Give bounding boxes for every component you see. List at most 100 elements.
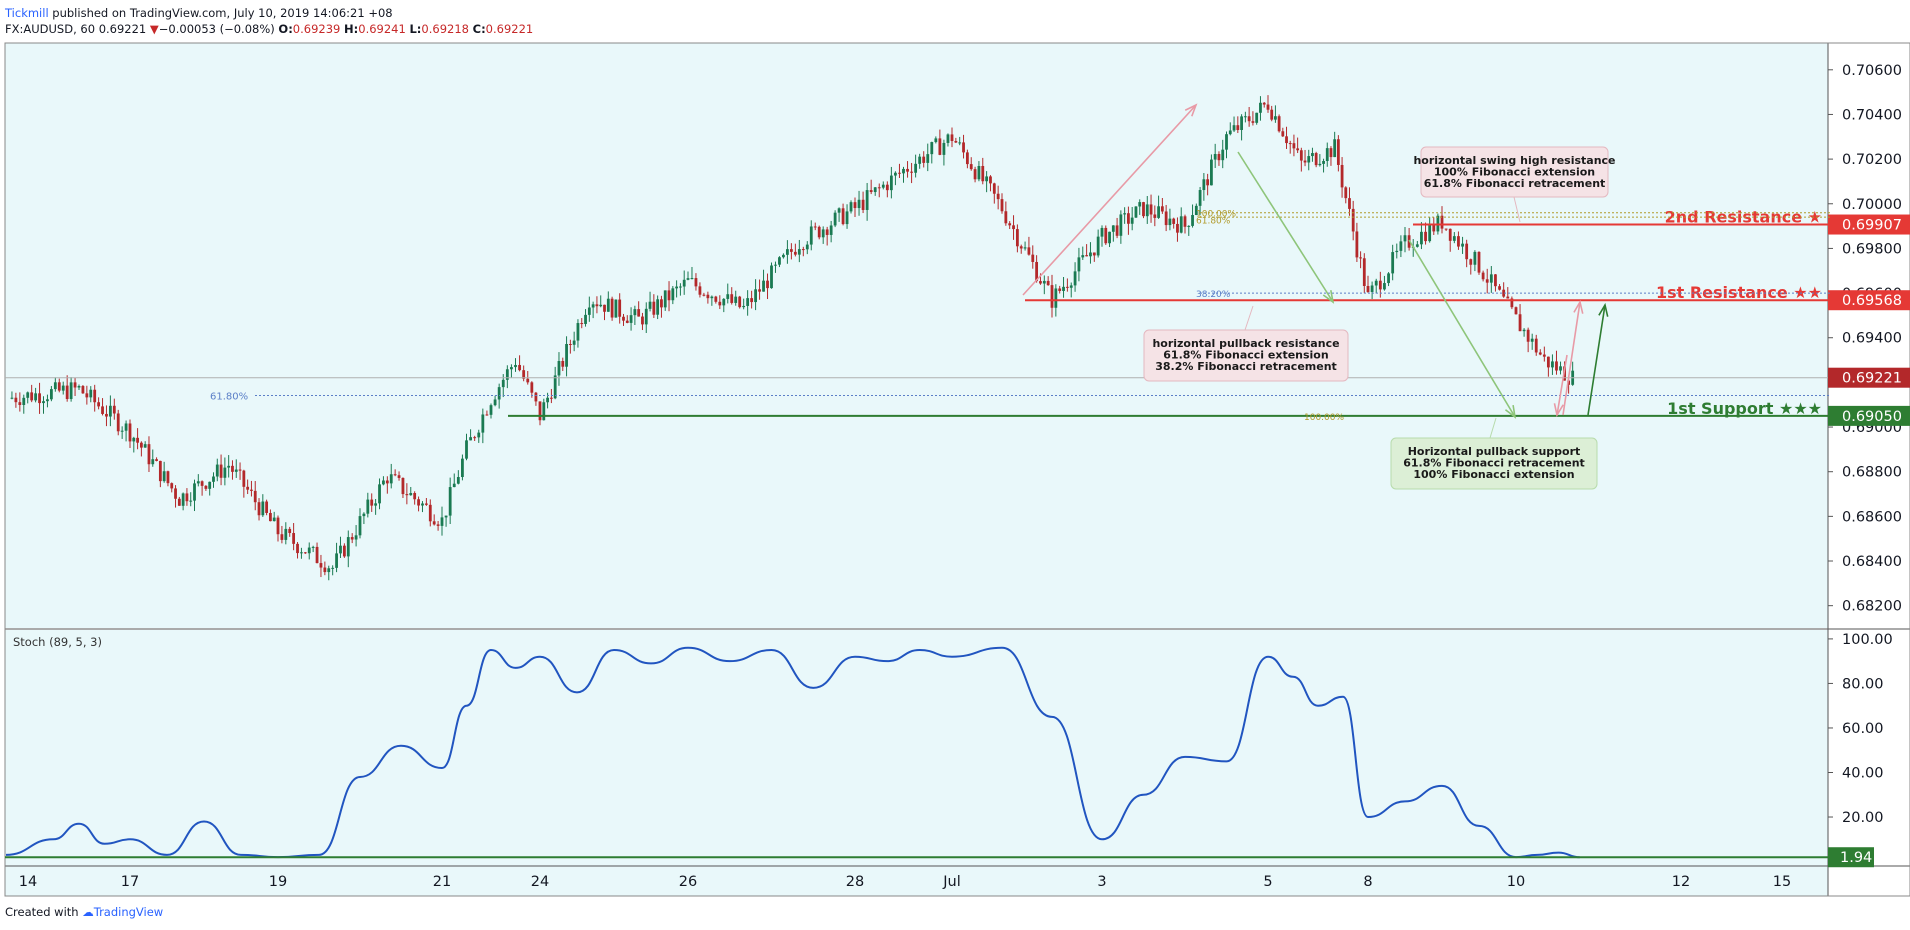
price-tick-label: 0.70200 xyxy=(1842,152,1902,168)
candle-down xyxy=(1288,143,1292,145)
candle-up xyxy=(1100,227,1104,237)
fib-label-618-left: 61.80% xyxy=(210,392,248,403)
candle-up xyxy=(1089,252,1092,257)
candle-down xyxy=(1469,259,1473,265)
candle-up xyxy=(942,142,946,155)
candle-down xyxy=(718,301,722,306)
candle-down xyxy=(174,488,177,499)
candle-down xyxy=(1008,223,1012,226)
candle-down xyxy=(1292,143,1296,149)
candle-down xyxy=(1481,272,1485,280)
candle-up xyxy=(300,552,303,554)
candle-up xyxy=(1202,179,1206,191)
candle-down xyxy=(973,169,977,180)
candle-down xyxy=(30,392,34,401)
candle-up xyxy=(1415,244,1419,247)
candle-down xyxy=(1065,286,1069,288)
candle-up xyxy=(805,244,809,250)
annotation-pullback-resistance-text: 38.2% Fibonacci retracement xyxy=(1155,360,1337,373)
candle-up xyxy=(1559,366,1562,371)
candle-up xyxy=(1134,206,1138,218)
candle-up xyxy=(22,397,26,405)
candle-up xyxy=(778,257,781,265)
candle-down xyxy=(637,309,641,317)
candle-down xyxy=(1296,148,1300,151)
candle-up xyxy=(1062,286,1065,291)
candle-up xyxy=(1311,153,1314,157)
candle-down xyxy=(238,469,242,471)
candle-down xyxy=(706,294,710,299)
candle-up xyxy=(894,172,897,176)
stoch-tick-label: 100.00 xyxy=(1842,632,1893,648)
candle-up xyxy=(902,168,905,174)
candle-down xyxy=(1247,116,1251,122)
candle-up xyxy=(307,547,311,554)
candle-down xyxy=(250,489,253,491)
candle-down xyxy=(147,444,151,465)
stoch-title: Stoch (89, 5, 3) xyxy=(13,635,102,649)
candle-up xyxy=(1383,283,1386,290)
candle-up xyxy=(181,493,185,506)
fib-label-382: 38.20% xyxy=(1196,290,1231,300)
candle-up xyxy=(1069,285,1073,288)
candle-down xyxy=(950,134,954,142)
candle-up xyxy=(1179,216,1183,233)
candle-up xyxy=(865,190,869,210)
candle-up xyxy=(857,199,861,209)
candle-up xyxy=(362,513,366,517)
candle-up xyxy=(514,364,517,368)
candle-down xyxy=(185,493,189,502)
candle-up xyxy=(958,142,962,144)
candle-down xyxy=(906,168,909,172)
candle-up xyxy=(599,304,603,307)
candle-down xyxy=(1378,280,1382,290)
stoch-level-badge-text: 1.94 xyxy=(1840,850,1872,866)
candle-down xyxy=(1039,281,1042,284)
candle-up xyxy=(465,440,468,459)
candle-down xyxy=(1046,280,1050,286)
candle-up xyxy=(726,294,730,299)
candle-up xyxy=(1228,130,1232,135)
candle-up xyxy=(378,484,381,504)
candle-down xyxy=(265,501,269,513)
candle-up xyxy=(881,184,885,188)
candle-down xyxy=(253,490,257,503)
time-tick-label: 3 xyxy=(1097,874,1106,890)
candle-down xyxy=(989,176,992,184)
candle-up xyxy=(477,432,481,438)
candle-up xyxy=(469,437,472,441)
candle-down xyxy=(1236,125,1240,130)
chart-canvas[interactable]: 0.706000.704000.702000.700000.698000.696… xyxy=(0,0,1910,905)
candle-down xyxy=(246,486,250,490)
price-tick-label: 0.68200 xyxy=(1842,599,1902,615)
candle-down xyxy=(1206,179,1210,186)
candle-down xyxy=(841,208,845,225)
candle-up xyxy=(382,480,385,485)
candle-down xyxy=(603,304,606,312)
annotation-swing-high-text: 61.8% Fibonacci retracement xyxy=(1424,177,1606,190)
candle-up xyxy=(546,397,549,403)
candle-up xyxy=(742,305,746,308)
candle-up xyxy=(1420,231,1423,245)
candle-up xyxy=(606,298,610,312)
candle-down xyxy=(1262,102,1266,105)
candle-up xyxy=(576,323,580,341)
candle-down xyxy=(1344,187,1348,199)
time-tick-label: 26 xyxy=(679,874,697,890)
candle-down xyxy=(938,138,942,155)
candle-up xyxy=(1168,218,1172,226)
candle-up xyxy=(61,385,65,391)
candle-up xyxy=(1023,247,1027,249)
candle-down xyxy=(965,152,969,165)
candle-down xyxy=(128,423,132,442)
candle-down xyxy=(204,485,208,489)
candle-down xyxy=(18,402,22,405)
candle-up xyxy=(1240,116,1243,130)
candle-up xyxy=(1077,257,1081,272)
tradingview-link[interactable]: TradingView xyxy=(94,905,163,919)
candle-up xyxy=(1145,204,1149,217)
candle-up xyxy=(49,389,53,400)
price-tick-label: 0.70600 xyxy=(1842,63,1902,79)
candle-down xyxy=(1004,211,1008,224)
candle-down xyxy=(231,465,234,472)
